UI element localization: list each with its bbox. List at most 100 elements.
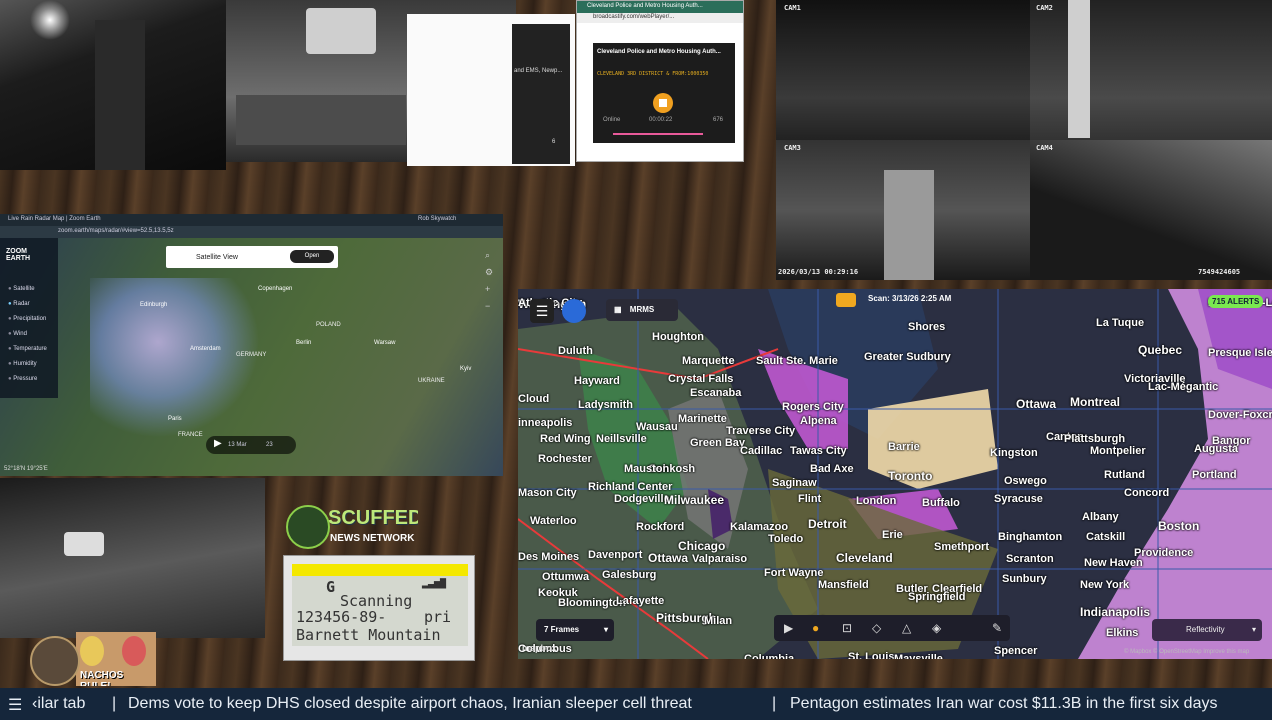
city-label: Hayward <box>574 375 620 387</box>
city-label: Dodgeville <box>614 493 670 505</box>
city-label: Rutland <box>1104 469 1145 481</box>
city-label: Lafayette <box>616 595 665 607</box>
scanner-popup-left[interactable]: and EMS, Newp... 6 <box>407 14 575 166</box>
news-ticker: ☰ ‹ilar tab | Dems vote to keep DHS clos… <box>0 688 1272 720</box>
layer-item-pressure[interactable]: ● Pressure <box>8 376 47 391</box>
frames-selector[interactable]: 7 Frames ▾ <box>536 619 614 641</box>
map-tools-column: ⌕ ⚙ + − <box>485 250 499 460</box>
broadcastify-popup[interactable]: Cleveland Police and Metro Housing Auth.… <box>576 0 744 162</box>
play-date: 13 Mar <box>228 442 247 448</box>
location-icon[interactable] <box>562 299 586 323</box>
status-badge <box>836 293 856 307</box>
play-icon[interactable]: ▶ <box>784 615 793 641</box>
chevron-down-icon: ▾ <box>1251 625 1256 634</box>
zoom-earth-map[interactable]: ZOOM EARTH ● Satellite ● Radar ● Precipita… <box>0 238 503 476</box>
polygon-icon[interactable]: ◇ <box>872 615 881 641</box>
frames-label: 7 Frames <box>544 625 580 634</box>
layer-item-wind[interactable]: ● Wind <box>8 331 47 346</box>
emblem-icon <box>30 636 80 686</box>
stop-icon <box>659 99 667 107</box>
city-label: Green Bay <box>690 437 746 449</box>
ticker-headline-1: Dems vote to keep DHS closed despite air… <box>128 695 692 712</box>
search-icon[interactable]: ⌕ <box>485 250 499 262</box>
city-label: Milwaukee <box>664 493 725 507</box>
city-label: Rockford <box>636 521 685 533</box>
layer-label: Satellite <box>13 286 35 292</box>
city-label: London <box>856 495 897 507</box>
alerts-badge[interactable]: 715 ALERTS <box>1208 295 1264 308</box>
city-label: La Tuque <box>1096 317 1145 329</box>
layer-selector[interactable]: Reflectivity ▾ <box>1152 619 1262 641</box>
city-label: Red Wing <box>540 433 591 445</box>
layer-label: Temperature <box>13 346 47 352</box>
play-icon[interactable]: ▶ <box>214 438 222 449</box>
satellite-view-label: Satellite View <box>196 254 238 261</box>
zoom-out-icon[interactable]: − <box>485 301 499 313</box>
city-edinburgh: Edinburgh <box>140 302 168 308</box>
open-button[interactable]: Open <box>290 250 334 263</box>
ticker-seg1: ‹ilar tab <box>32 695 86 712</box>
popup-url[interactable]: broadcastify.com/webPlayer/... <box>593 14 674 20</box>
layer-label: Radar <box>13 301 30 307</box>
scanner-yellow-bar <box>292 564 468 576</box>
layer-item-precipitation[interactable]: ● Precipitation <box>8 316 47 331</box>
city-label: Mauston <box>624 463 670 475</box>
city-label: Mansfield <box>818 579 869 591</box>
layer-item-humidity[interactable]: ● Humidity <box>8 361 47 376</box>
stop-button[interactable] <box>653 93 673 113</box>
settings-icon[interactable]: ⚙ <box>485 267 499 279</box>
menu-icon[interactable]: ☰ <box>530 299 554 323</box>
browser-tabbar: Live Rain Radar Map | Zoom Earth Rob Sky… <box>0 214 503 226</box>
zoom-earth-coords: 52°18'N 19°25'E <box>4 466 48 472</box>
city-label: Sunbury <box>1002 573 1047 585</box>
browser-tab-2[interactable]: Rob Skywatch <box>418 216 456 222</box>
city-label: Presque Isle <box>1208 347 1272 359</box>
play-time: 23 <box>266 442 273 448</box>
city-label: Greater Sudbury <box>864 351 951 363</box>
cam3-driveway <box>884 170 934 280</box>
cam2-label: CAM2 <box>1036 4 1053 12</box>
scanner-line1: G <box>326 578 336 596</box>
browser-url[interactable]: zoom.earth/maps/radar/#view=52.5,13.5,5z <box>58 228 174 234</box>
draw-toolbar: ▶ ● ⊡ ◇ △ ◈ ✎ <box>774 615 1010 641</box>
volume-slider[interactable] <box>613 133 703 135</box>
layer-item-radar[interactable]: ● Radar <box>8 301 47 316</box>
erase-icon[interactable]: ◈ <box>932 615 941 641</box>
city-label: Binghamton <box>998 531 1063 543</box>
product-selector[interactable]: ▦ MRMS <box>606 299 678 321</box>
ticker-headline-2: Pentagon estimates Iran war cost $11.3B … <box>790 695 1218 712</box>
pencil-icon[interactable]: ✎ <box>992 615 1002 641</box>
scuffed-news-logo: SCUFFED NEWS NETWORK <box>286 503 418 549</box>
hallway-camera-feed <box>0 0 226 170</box>
city-label: Neillsville <box>596 433 647 445</box>
tree-camera-feed <box>0 478 265 638</box>
layer-label: Pressure <box>13 376 38 382</box>
city-label: Mason City <box>518 487 577 499</box>
zoom-in-icon[interactable]: + <box>485 284 499 296</box>
city-label: Marquette <box>682 355 735 367</box>
city-label: Syracuse <box>994 493 1043 505</box>
city-label: Houghton <box>652 331 704 343</box>
left-player[interactable]: and EMS, Newp... 6 <box>512 24 570 164</box>
city-label: Smethport <box>934 541 989 553</box>
ticker-menu-icon: ☰ <box>8 697 23 714</box>
layer-item-satellite[interactable]: ● Satellite <box>8 286 47 301</box>
player-listeners: 676 <box>713 117 724 123</box>
measure-icon[interactable]: △ <box>902 615 911 641</box>
zoom-earth-browser[interactable]: Live Rain Radar Map | Zoom Earth Rob Sky… <box>0 214 503 476</box>
radar-map[interactable]: ShoresLa TuqueRivière-du-LoupGreater Sud… <box>518 289 1272 659</box>
screenshot-icon[interactable]: ⊡ <box>842 615 852 641</box>
pin-icon[interactable]: ● <box>812 615 819 641</box>
player-location: Online <box>603 117 621 123</box>
browser-tab-1[interactable]: Live Rain Radar Map | Zoom Earth <box>8 216 101 222</box>
city-label: Valparaiso <box>692 553 748 565</box>
radio-equipment <box>236 95 406 145</box>
map-attribution[interactable]: © Mapbox © OpenStreetMap Improve this ma… <box>1124 649 1249 655</box>
nachos-avatar: NACHOS RULE! <box>76 632 156 686</box>
scanner-line4: Barnett Mountain <box>296 626 441 644</box>
layer-item-temperature[interactable]: ● Temperature <box>8 346 47 361</box>
city-label: Springfield <box>908 591 966 603</box>
city-label: Cleveland <box>836 551 893 565</box>
city-label: New York <box>1080 579 1130 591</box>
city-label: St. Louis <box>848 651 895 659</box>
